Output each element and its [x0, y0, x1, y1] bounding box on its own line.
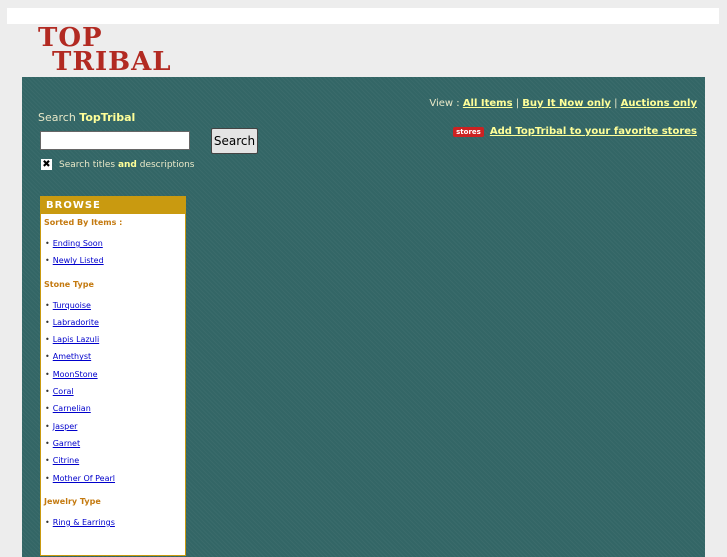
browse-item-garnet: • Garnet: [45, 438, 81, 448]
garnet-link[interactable]: Garnet: [53, 439, 80, 448]
mother-of-pearl-link[interactable]: Mother Of Pearl: [53, 474, 115, 483]
search-label-brand: TopTribal: [79, 111, 136, 124]
view-separator: |: [610, 98, 621, 109]
sorted-section-title: Sorted By Items :: [44, 218, 123, 227]
labradorite-link[interactable]: Labradorite: [53, 318, 99, 327]
citrine-link[interactable]: Citrine: [53, 456, 79, 465]
browse-item-lapis-lazuli: • Lapis Lazuli: [45, 335, 100, 345]
newly-listed-link[interactable]: Newly Listed: [53, 256, 104, 265]
ring-earrings-link[interactable]: Ring & Earrings: [53, 518, 115, 527]
browse-body: Sorted By Items : • Ending Soon • Newly Li…: [41, 214, 185, 531]
all-items-link[interactable]: All Items: [463, 98, 513, 109]
view-filter: View : All Items | Buy It Now only | Auc…: [429, 98, 697, 109]
buy-it-now-link[interactable]: Buy It Now only: [522, 98, 611, 109]
moonstone-link[interactable]: MoonStone: [53, 370, 98, 379]
stone-section-title: Stone Type: [44, 279, 94, 289]
search-descriptions-checkbox[interactable]: ✖: [41, 159, 52, 170]
coral-link[interactable]: Coral: [53, 387, 74, 396]
browse-item-turquoise: • Turquoise: [45, 300, 91, 310]
jewelry-section-title: Jewelry Type: [44, 496, 101, 506]
browse-item-newly-listed: • Newly Listed: [45, 256, 104, 266]
browse-item-ending-soon: • Ending Soon: [45, 239, 103, 248]
search-label-prefix: Search: [38, 111, 80, 124]
browse-item-carnelian: • Carnelian: [45, 404, 91, 414]
ending-soon-link[interactable]: Ending Soon: [53, 239, 103, 248]
search-button[interactable]: Search: [211, 128, 258, 154]
check-label-part-2: descriptions: [136, 159, 195, 170]
search-descriptions-option: ✖ Search titles and descriptions: [41, 159, 194, 170]
amethyst-link[interactable]: Amethyst: [53, 352, 91, 361]
logo-line-2: TRIBAL: [52, 47, 172, 77]
browse-sidebar: BROWSE Sorted By Items : • Ending Soon • N…: [40, 196, 186, 556]
turquoise-link[interactable]: Turquoise: [53, 301, 91, 310]
toptribal-logo[interactable]: TOP TRIBAL: [38, 25, 172, 77]
browse-item-coral: • Coral: [45, 387, 74, 397]
search-input[interactable]: [40, 131, 190, 150]
lapis-lazuli-link[interactable]: Lapis Lazuli: [53, 335, 99, 344]
top-bar: [7, 8, 719, 24]
view-separator: |: [512, 98, 523, 109]
browse-item-jasper: • Jasper: [45, 421, 78, 431]
browse-item-mother-of-pearl: • Mother Of Pearl: [45, 473, 116, 483]
auctions-only-link[interactable]: Auctions only: [621, 98, 697, 109]
jasper-link[interactable]: Jasper: [53, 422, 78, 431]
search-label: Search TopTribal: [38, 111, 135, 124]
stores-badge-icon[interactable]: stores: [453, 126, 484, 137]
favorite-store-line: stores Add TopTribal to your favorite st…: [453, 126, 697, 137]
browse-header: BROWSE: [41, 197, 185, 214]
browse-item-ring-earrings: • Ring & Earrings: [45, 517, 115, 527]
browse-item-labradorite: • Labradorite: [45, 317, 99, 327]
check-label-part-1: Search titles: [59, 159, 118, 170]
browse-item-citrine: • Citrine: [45, 456, 80, 466]
view-prefix: View :: [429, 98, 463, 109]
browse-item-amethyst: • Amethyst: [45, 352, 92, 362]
search-descriptions-label: Search titles and descriptions: [59, 160, 194, 170]
carnelian-link[interactable]: Carnelian: [53, 404, 91, 413]
add-favorite-store-link[interactable]: Add TopTribal to your favorite stores: [490, 126, 697, 137]
browse-item-moonstone: • MoonStone: [45, 369, 98, 379]
check-label-and: and: [117, 159, 137, 170]
